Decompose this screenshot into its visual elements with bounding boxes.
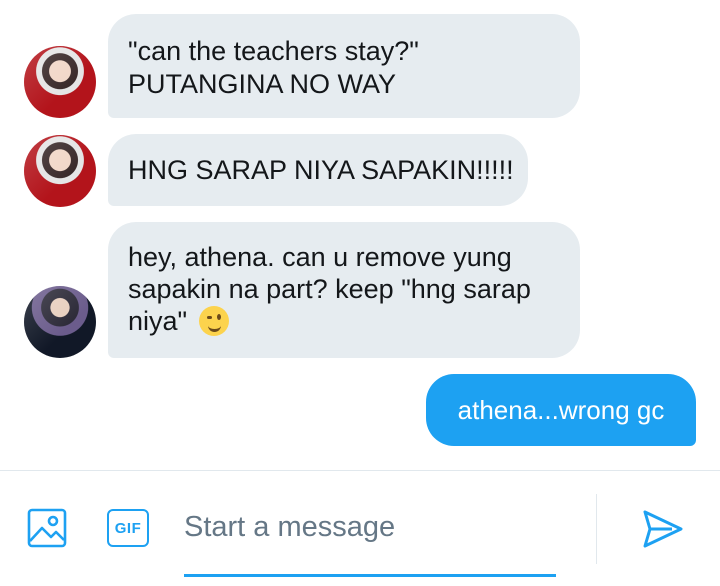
message-text: sapakin na part? keep "hng sarap	[128, 274, 531, 304]
avatar[interactable]	[24, 46, 96, 118]
send-icon[interactable]	[642, 508, 684, 550]
message-text: hey, athena. can u remove yung	[128, 242, 512, 272]
input-underline	[184, 574, 556, 577]
message-input[interactable]	[184, 505, 556, 549]
message-bubble[interactable]: hey, athena. can u remove yung sapakin n…	[108, 222, 580, 358]
message-bubble[interactable]: "can the teachers stay?" PUTANGINA NO WA…	[108, 14, 580, 118]
message-bubble[interactable]: HNG SARAP NIYA SAPAKIN!!!!!	[108, 134, 528, 206]
avatar[interactable]	[24, 135, 96, 207]
avatar[interactable]	[24, 286, 96, 358]
composer-divider	[0, 470, 720, 471]
message-text: athena...wrong gc	[457, 394, 665, 425]
message-text: niya"	[128, 306, 188, 336]
image-icon[interactable]	[27, 508, 67, 548]
gif-label: GIF	[114, 519, 142, 537]
message-text-line: niya"	[128, 305, 560, 337]
sent-message-bubble[interactable]: athena...wrong gc	[426, 374, 696, 446]
winking-face-emoji	[198, 306, 229, 336]
message-text: "can the teachers stay?"	[128, 36, 419, 66]
send-divider	[596, 494, 597, 564]
message-text: HNG SARAP NIYA SAPAKIN!!!!!	[128, 155, 514, 185]
message-text: PUTANGINA NO WAY	[128, 69, 397, 99]
gif-icon[interactable]: GIF	[107, 509, 149, 547]
